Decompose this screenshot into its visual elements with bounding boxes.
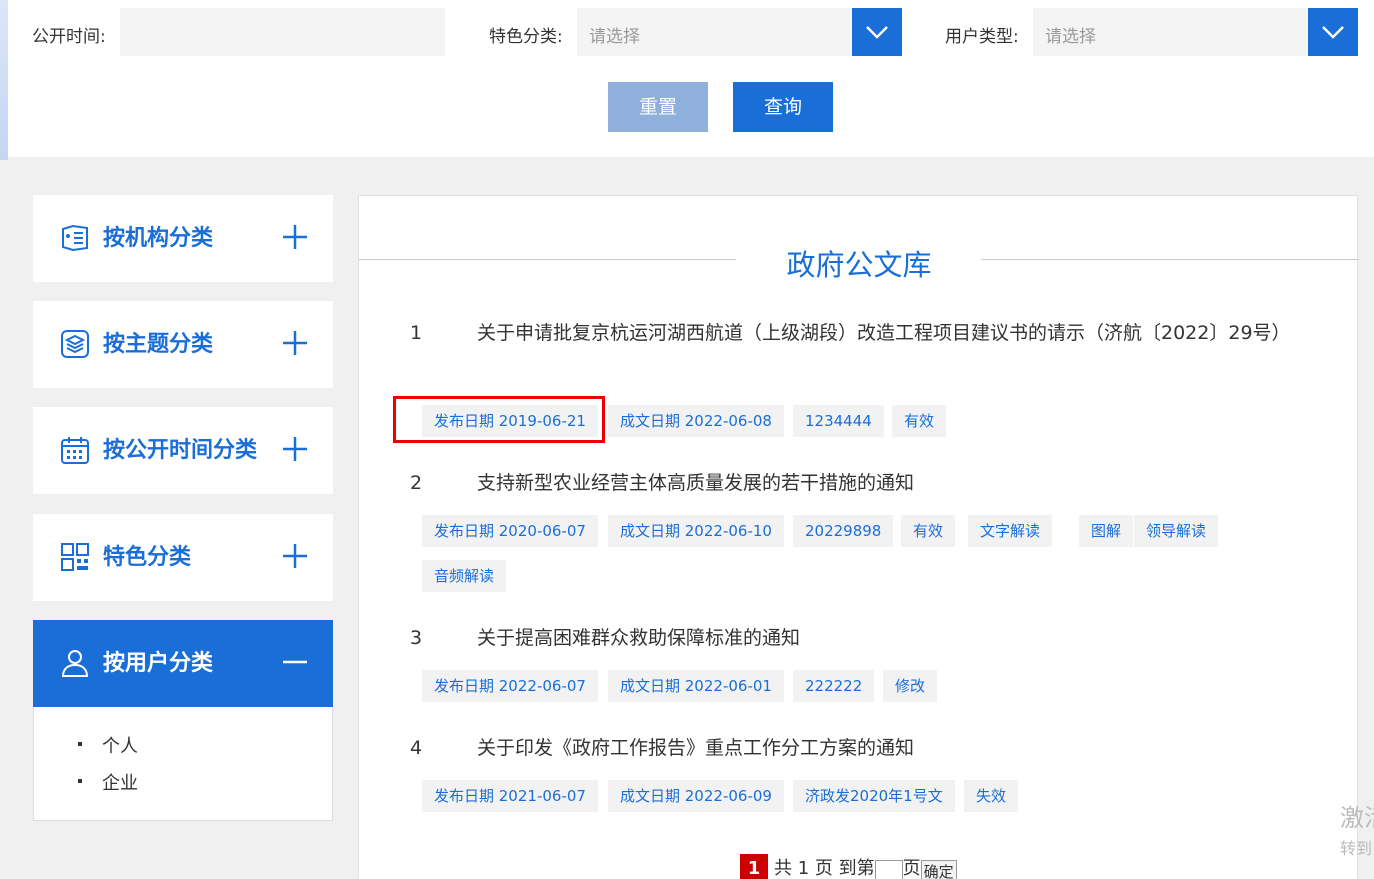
filter-bar: 公开时间: 特色分类: 请选择 用户类型: 请选择 重置 查询 [8, 0, 1374, 157]
sub-item-enterprise[interactable]: 企业 [78, 769, 138, 795]
tag-doc-number: 222222 [793, 670, 875, 702]
activation-watermark: 激活 转到 [1340, 804, 1374, 858]
plus-icon[interactable] [281, 542, 309, 570]
user-sub-list: 个人 企业 [33, 707, 333, 821]
plus-icon[interactable] [281, 329, 309, 357]
sidebar-item-label: 按公开时间分类 [103, 438, 258, 463]
tag-text-interpretation[interactable]: 文字解读 [968, 515, 1053, 547]
sidebar-item-label: 按用户分类 [103, 651, 214, 676]
plus-icon[interactable] [281, 223, 309, 251]
sidebar-item-label: 特色分类 [103, 545, 192, 570]
sidebar-item-label: 按机构分类 [103, 226, 214, 251]
tag-publish-date: 发布日期 2021-06-07 [422, 780, 598, 812]
page-title: 政府公文库 [786, 248, 932, 282]
tag-publish-date: 发布日期 2020-06-07 [422, 515, 598, 547]
tag-audio-interpretation[interactable]: 音频解读 [422, 560, 507, 592]
sub-item-individual[interactable]: 个人 [78, 732, 138, 758]
calendar-icon [61, 437, 89, 464]
sidebar-item-label: 按主题分类 [103, 332, 214, 357]
sub-item-label: 企业 [102, 773, 138, 794]
tag-leader-interpretation[interactable]: 领导解读 [1134, 515, 1219, 547]
tag-status: 有效 [901, 515, 956, 547]
tag-written-date: 成文日期 2022-06-01 [608, 670, 784, 702]
feature-category-label: 特色分类: [489, 27, 563, 47]
minus-icon[interactable] [281, 648, 309, 676]
page-jump-input[interactable] [874, 860, 903, 879]
org-list-icon [62, 224, 88, 252]
user-type-dropdown-button[interactable] [1308, 8, 1358, 56]
pagination: 1 共 1 页 到第 页确定 [740, 854, 957, 879]
tag-publish-date: 发布日期 2022-06-07 [422, 670, 598, 702]
tag-graphic-interpretation[interactable]: 图解 [1079, 515, 1134, 547]
left-edge-strip [0, 0, 8, 160]
document-library-panel: 政府公文库 1 关于申请批复京杭运河湖西航道（上级湖段）改造工程项目建议书的请示… [358, 195, 1359, 879]
highlight-box [393, 396, 605, 443]
tag-status: 失效 [964, 780, 1019, 812]
bullet-icon [78, 742, 82, 746]
tag-doc-number: 20229898 [793, 515, 894, 547]
grid-icon [61, 543, 89, 571]
tag-written-date: 成文日期 2022-06-08 [608, 405, 784, 437]
feature-category-placeholder: 请选择 [589, 27, 640, 47]
page-suffix: 页 [902, 858, 921, 879]
doc-title-link[interactable]: 关于申请批复京杭运河湖西航道（上级湖段）改造工程项目建议书的请示（济航〔2022… [409, 313, 1309, 353]
current-page[interactable]: 1 [740, 854, 768, 879]
doc-title-link[interactable]: 关于印发《政府工作报告》重点工作分工方案的通知 [409, 728, 1309, 768]
feature-category-select[interactable]: 请选择 [577, 8, 902, 56]
tag-doc-number: 济政发2020年1号文 [793, 780, 955, 812]
publish-date-label: 公开时间: [32, 27, 106, 47]
sidebar-item-topic[interactable]: 按主题分类 [33, 301, 333, 388]
bullet-icon [78, 779, 82, 783]
tag-written-date: 成文日期 2022-06-10 [608, 515, 784, 547]
publish-date-input[interactable] [120, 8, 445, 56]
plus-icon[interactable] [281, 435, 309, 463]
pagination-text: 共 1 页 到第 [774, 858, 875, 879]
tag-status: 修改 [883, 670, 938, 702]
user-type-select[interactable]: 请选择 [1033, 8, 1358, 56]
query-button[interactable]: 查询 [733, 82, 833, 132]
sidebar-item-feature[interactable]: 特色分类 [33, 514, 333, 601]
tag-written-date: 成文日期 2022-06-09 [608, 780, 784, 812]
chevron-down-icon [1322, 26, 1344, 39]
layers-icon [61, 330, 89, 358]
sidebar-item-user[interactable]: 按用户分类 [33, 620, 333, 707]
sidebar-item-organization[interactable]: 按机构分类 [33, 195, 333, 282]
tag-status: 有效 [892, 405, 947, 437]
sub-item-label: 个人 [102, 736, 138, 757]
doc-title-link[interactable]: 支持新型农业经营主体高质量发展的若干措施的通知 [409, 463, 1309, 503]
user-icon [61, 650, 89, 677]
page-confirm-button[interactable]: 确定 [920, 860, 957, 879]
doc-title-link[interactable]: 关于提高困难群众救助保障标准的通知 [409, 618, 1309, 658]
feature-category-dropdown-button[interactable] [852, 8, 902, 56]
tag-doc-number: 1234444 [793, 405, 884, 437]
reset-button[interactable]: 重置 [608, 82, 708, 132]
sidebar-item-publish-time[interactable]: 按公开时间分类 [33, 407, 333, 494]
user-type-label: 用户类型: [945, 27, 1019, 47]
chevron-down-icon [866, 26, 888, 39]
user-type-placeholder: 请选择 [1045, 27, 1096, 47]
